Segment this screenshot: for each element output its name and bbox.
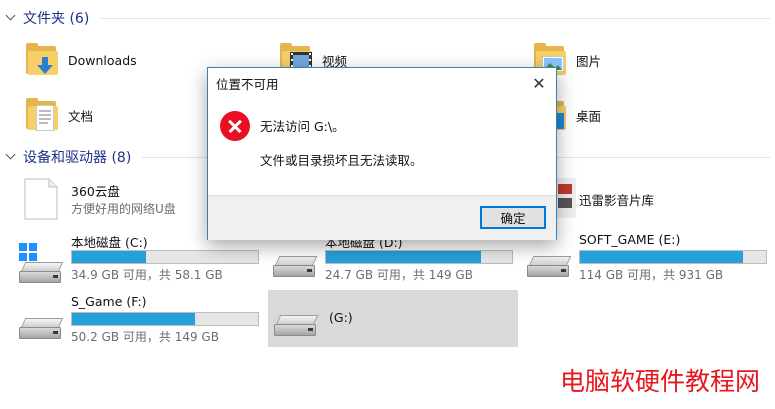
capacity-fill — [72, 251, 147, 263]
dialog-title: 位置不可用 — [216, 76, 279, 92]
documents-folder-icon — [22, 97, 62, 133]
folder-label: Downloads — [68, 52, 137, 68]
device-item-drive-e[interactable]: SOFT_GAME (E:) 114 GB 可用，共 931 GB — [525, 230, 770, 286]
capacity-fill — [326, 251, 482, 263]
windows-logo-icon — [19, 243, 37, 261]
cloud-drive-icon — [24, 178, 58, 220]
capacity-fill — [580, 251, 744, 263]
dialog-titlebar[interactable]: 位置不可用 ✕ — [208, 68, 556, 98]
hard-drive-icon — [273, 256, 319, 278]
folder-item-downloads[interactable]: Downloads — [22, 38, 137, 82]
folders-section-header[interactable]: 文件夹 (6) — [6, 8, 89, 28]
device-name: 360云盘 — [71, 184, 120, 199]
close-icon[interactable]: ✕ — [526, 70, 552, 96]
hard-drive-icon — [274, 315, 320, 337]
folder-label: 桌面 — [576, 108, 602, 124]
downloads-folder-icon — [22, 42, 62, 78]
folders-section-rule — [100, 8, 770, 28]
capacity-bar — [579, 250, 767, 264]
hard-drive-icon — [19, 318, 65, 340]
device-name: SOFT_GAME (E:) — [579, 232, 681, 247]
dialog-message-primary: 无法访问 G:\。 — [260, 119, 345, 134]
site-watermark: 电脑软硬件教程网 — [560, 367, 761, 396]
chevron-down-icon[interactable] — [6, 152, 16, 162]
device-item-drive-f[interactable]: S_Game (F:) 50.2 GB 可用，共 149 GB — [17, 292, 262, 348]
ok-button[interactable]: 确定 — [480, 206, 546, 229]
folders-section-title: 文件夹 (6) — [23, 11, 90, 27]
device-name: (G:) — [329, 310, 353, 325]
capacity-fill — [72, 313, 196, 325]
error-icon — [220, 111, 250, 141]
dialog-message-secondary: 文件或目录损坏且无法读取。 — [260, 153, 423, 168]
hard-drive-icon — [527, 256, 573, 278]
devices-section-header[interactable]: 设备和驱动器 (8) — [6, 147, 131, 167]
folder-label: 文档 — [68, 108, 94, 124]
capacity-bar — [71, 250, 259, 264]
device-subtitle: 方便好用的网络U盘 — [71, 202, 176, 216]
folder-label: 图片 — [576, 53, 602, 69]
capacity-bar — [325, 250, 513, 264]
capacity-text: 34.9 GB 可用，共 58.1 GB — [71, 268, 223, 282]
chevron-down-icon[interactable] — [6, 13, 16, 23]
devices-section-title: 设备和驱动器 (8) — [23, 150, 132, 166]
device-name: 本地磁盘 (C:) — [71, 235, 148, 250]
capacity-text: 24.7 GB 可用，共 149 GB — [325, 268, 473, 282]
capacity-text: 114 GB 可用，共 931 GB — [579, 268, 724, 282]
windows-drive-icon — [19, 262, 65, 284]
dialog-footer: 确定 — [208, 195, 556, 240]
device-name: S_Game (F:) — [71, 294, 147, 309]
device-item-drive-g[interactable]: (G:) — [268, 290, 518, 347]
device-name: 迅雷影音片库 — [579, 193, 655, 208]
media-library-icon — [554, 178, 576, 218]
device-item-media-library[interactable]: 迅雷影音片库 — [530, 176, 770, 222]
capacity-bar — [71, 312, 259, 326]
dialog-content: 无法访问 G:\。 文件或目录损坏且无法读取。 — [208, 98, 556, 195]
capacity-text: 50.2 GB 可用，共 149 GB — [71, 330, 219, 344]
folder-item-documents[interactable]: 文档 — [22, 93, 93, 137]
location-unavailable-dialog: 位置不可用 ✕ 无法访问 G:\。 文件或目录损坏且无法读取。 确定 — [207, 67, 557, 240]
